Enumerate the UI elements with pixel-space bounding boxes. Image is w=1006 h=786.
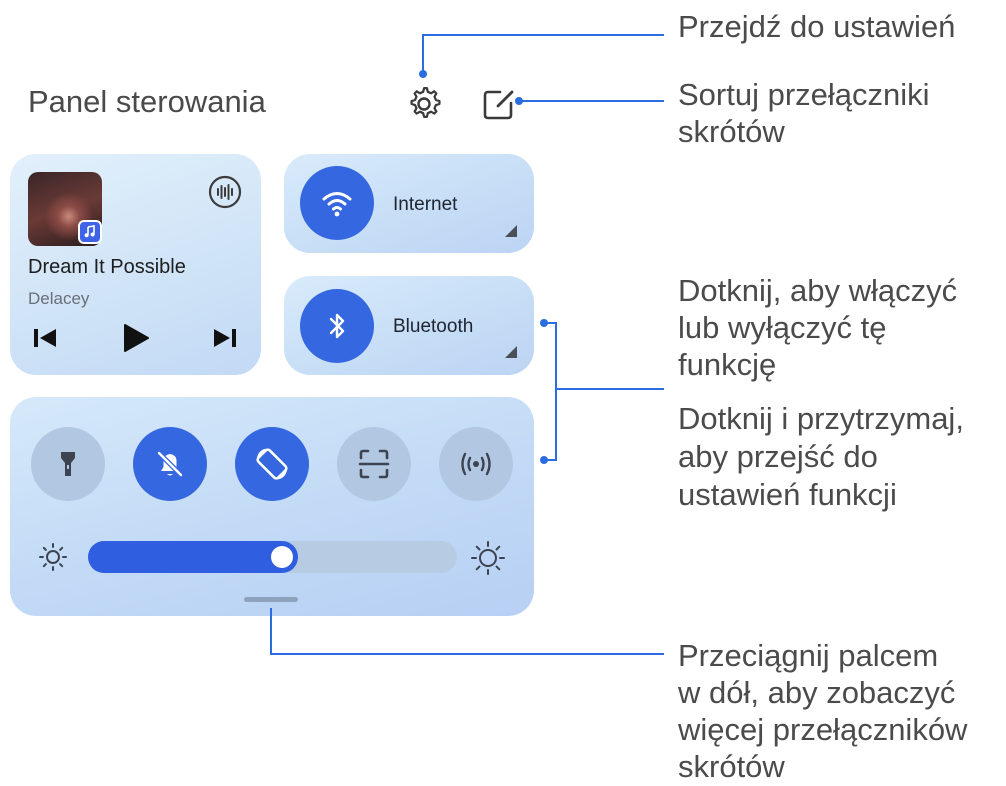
expand-corner-icon: [505, 346, 517, 358]
brightness-low-icon: [37, 541, 69, 573]
callout-dot-tiles: [540, 456, 548, 464]
callout-tap-line2: lub wyłączyć tę: [678, 310, 887, 345]
previous-icon[interactable]: [32, 327, 58, 349]
callout-dot-sort: [515, 97, 523, 105]
callout-hold-line1: Dotknij i przytrzymaj,: [678, 401, 964, 436]
callout-sort-line1: Sortuj przełączniki: [678, 77, 930, 112]
callout-dot-settings: [419, 70, 427, 78]
callout-tap-line1: Dotknij, aby włączyć: [678, 273, 958, 308]
expand-corner-icon: [505, 225, 517, 237]
internet-label: Internet: [393, 194, 458, 215]
callout-swipe-line2: w dół, aby zobaczyć: [678, 675, 956, 710]
callout-settings: Przejdź do ustawień: [678, 9, 956, 44]
callout-hold-line2: aby przejść do: [678, 439, 878, 474]
callout-line-settings: [422, 34, 664, 36]
callout-line-tiles: [555, 388, 664, 390]
edit-shortcuts-icon[interactable]: [478, 84, 518, 124]
callout-hold-line3: ustawień funkcji: [678, 477, 897, 512]
callout-swipe-line3: więcej przełączników: [678, 712, 968, 747]
bluetooth-icon[interactable]: [300, 289, 374, 363]
bluetooth-label: Bluetooth: [393, 316, 474, 337]
audio-wave-icon[interactable]: [207, 174, 243, 210]
song-title: Dream It Possible: [28, 256, 186, 278]
callout-tap-line3: funkcję: [678, 347, 777, 382]
song-artist: Delacey: [28, 289, 90, 308]
callout-line-swipe: [270, 608, 272, 654]
mute-bell-icon[interactable]: [133, 427, 207, 501]
callout-swipe-line1: Przeciągnij palcem: [678, 638, 939, 673]
brightness-slider-thumb[interactable]: [271, 546, 293, 568]
wifi-icon[interactable]: [300, 166, 374, 240]
callout-dot-tiles: [540, 319, 548, 327]
brightness-slider-fill: [88, 541, 298, 573]
callout-line-tiles: [555, 322, 557, 461]
callout-sort-line2: skrótów: [678, 114, 785, 149]
callout-line-sort: [519, 100, 664, 102]
panel-title: Panel sterowania: [28, 84, 266, 119]
flashlight-icon[interactable]: [31, 427, 105, 501]
brightness-high-icon: [470, 540, 506, 576]
drag-handle[interactable]: [244, 597, 298, 602]
auto-rotate-icon[interactable]: [235, 427, 309, 501]
music-app-icon: [78, 220, 102, 244]
callout-line-settings: [422, 34, 424, 74]
play-icon[interactable]: [122, 323, 150, 353]
hotspot-icon[interactable]: [439, 427, 513, 501]
callout-swipe-line4: skrótów: [678, 749, 785, 784]
gear-icon[interactable]: [404, 84, 444, 124]
callout-line-swipe: [270, 653, 664, 655]
scan-icon[interactable]: [337, 427, 411, 501]
next-icon[interactable]: [212, 327, 238, 349]
